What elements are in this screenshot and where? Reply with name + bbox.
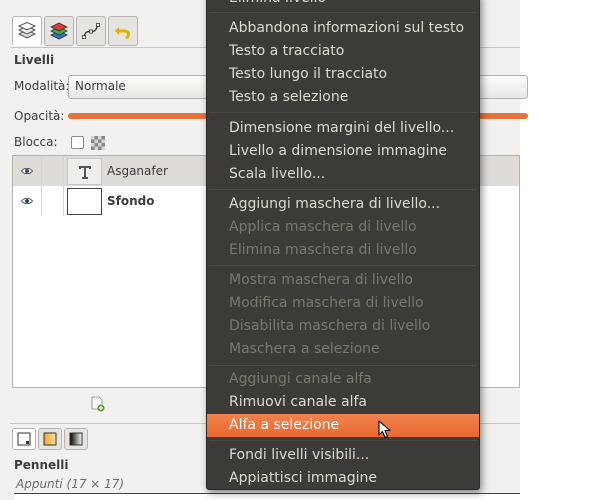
- menu-item-add-layer-mask[interactable]: Aggiungi maschera di livello...: [207, 193, 479, 216]
- tab-paths[interactable]: [76, 16, 106, 46]
- menu-item-mask-to-selection[interactable]: Maschera a selezione: [207, 338, 479, 361]
- tab-gradients[interactable]: [38, 428, 62, 450]
- eye-icon: [21, 197, 33, 205]
- menu-item-add-alpha-channel[interactable]: Aggiungi canale alfa: [207, 368, 479, 391]
- menu-item-discard-text-info[interactable]: Abbandona informazioni sul testo: [207, 17, 479, 40]
- paths-icon: [82, 23, 100, 39]
- panel-title: Livelli: [14, 53, 55, 67]
- menu-separator: [209, 440, 477, 441]
- layer-context-menu: Elimina livello Abbandona informazioni s…: [206, 0, 480, 490]
- text-tool-icon: [78, 165, 91, 179]
- eye-icon: [21, 167, 33, 175]
- menu-separator: [209, 265, 477, 266]
- visibility-toggle[interactable]: [13, 156, 41, 186]
- brush-preview-strip[interactable]: [14, 493, 520, 500]
- column-divider: [63, 156, 64, 186]
- lock-label: Blocca:: [14, 135, 58, 149]
- new-layer-icon: [91, 396, 105, 412]
- tab-undo-history[interactable]: [108, 16, 138, 46]
- menu-separator: [209, 12, 477, 13]
- menu-item-alpha-to-selection[interactable]: Alfa a selezione: [207, 414, 479, 437]
- opacity-label: Opacità:: [14, 109, 65, 123]
- tab-palettes[interactable]: [64, 428, 88, 450]
- menu-separator: [209, 365, 477, 366]
- dock-tab-bar: [12, 16, 138, 48]
- layer-name: Asganafer: [107, 164, 168, 178]
- channels-icon: [50, 22, 68, 40]
- lock-pixels-checkbox[interactable]: [71, 136, 84, 149]
- menu-item-apply-layer-mask[interactable]: Applica maschera di livello: [207, 216, 479, 239]
- column-divider: [41, 186, 42, 216]
- menu-item-edit-layer-mask[interactable]: Modifica maschera di livello: [207, 292, 479, 315]
- mode-value: Normale: [75, 79, 126, 93]
- column-divider: [63, 186, 64, 216]
- text-layer-thumbnail: [67, 158, 102, 185]
- menu-item-disable-layer-mask[interactable]: Disabilita maschera di livello: [207, 315, 479, 338]
- menu-item-text-to-selection[interactable]: Testo a selezione: [207, 86, 479, 109]
- menu-item-flatten-image[interactable]: Appiattisci immagine: [207, 467, 479, 489]
- tab-channels[interactable]: [44, 16, 74, 46]
- mode-label: Modalità:: [14, 79, 70, 93]
- brush-subtitle: Appunti (17 × 17): [16, 477, 125, 491]
- menu-separator: [209, 112, 477, 113]
- gradient-icon: [69, 432, 83, 446]
- layer-name: Sfondo: [107, 194, 155, 208]
- menu-item-delete-layer[interactable]: Elimina livello: [207, 0, 479, 10]
- brushes-title: Pennelli: [14, 458, 69, 472]
- new-layer-button[interactable]: [90, 396, 106, 412]
- lock-alpha-icon[interactable]: [91, 136, 105, 150]
- mouse-pointer-icon: [378, 420, 391, 439]
- visibility-toggle[interactable]: [13, 186, 41, 216]
- tab-layers[interactable]: [12, 16, 42, 46]
- menu-item-text-along-path[interactable]: Testo lungo il tracciato: [207, 63, 479, 86]
- menu-item-show-layer-mask[interactable]: Mostra maschera di livello: [207, 269, 479, 292]
- menu-item-merge-visible-layers[interactable]: Fondi livelli visibili...: [207, 444, 479, 467]
- menu-separator: [209, 189, 477, 190]
- menu-item-scale-layer[interactable]: Scala livello...: [207, 163, 479, 186]
- menu-item-delete-layer-mask[interactable]: Elimina maschera di livello: [207, 239, 479, 262]
- column-divider: [41, 156, 42, 186]
- menu-item-remove-alpha-channel[interactable]: Rimuovi canale alfa: [207, 391, 479, 414]
- menu-item-text-to-path[interactable]: Testo a tracciato: [207, 40, 479, 63]
- undo-history-icon: [115, 27, 130, 40]
- pattern-icon: [43, 432, 57, 446]
- layers-icon: [17, 22, 37, 39]
- brush-icon: [17, 432, 31, 446]
- menu-item-layer-to-image-size[interactable]: Livello a dimensione immagine: [207, 140, 479, 163]
- layer-thumbnail: [67, 188, 102, 215]
- tab-brushes[interactable]: [12, 428, 36, 450]
- brush-tab-bar: [12, 428, 88, 450]
- menu-item-layer-boundary-size[interactable]: Dimensione margini del livello...: [207, 117, 479, 140]
